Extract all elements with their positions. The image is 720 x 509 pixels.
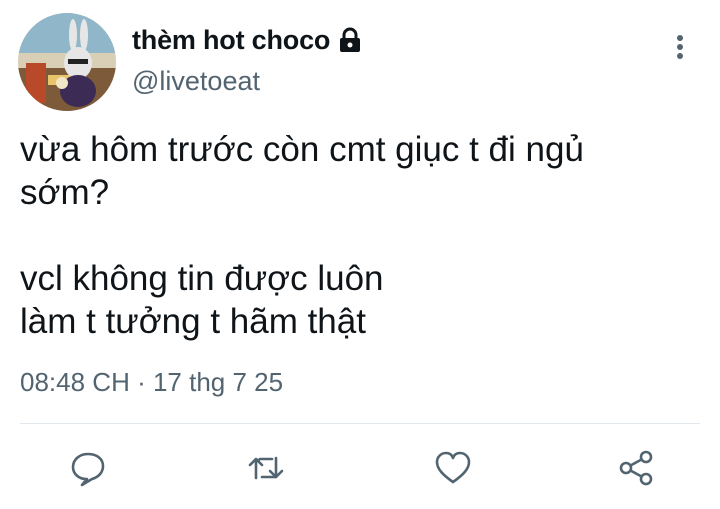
display-name[interactable]: thèm hot choco bbox=[132, 25, 330, 56]
share-button[interactable] bbox=[614, 446, 658, 490]
heart-icon bbox=[435, 451, 471, 484]
reply-icon bbox=[71, 452, 105, 487]
retweet-button[interactable] bbox=[244, 446, 288, 490]
tweet-text: vừa hôm trước còn cmt giục t đi ngủ sớm?… bbox=[20, 128, 700, 343]
tweet-text-line: vừa hôm trước còn cmt giục t đi ngủ bbox=[20, 130, 584, 169]
tweet-actions-bar bbox=[0, 446, 720, 494]
reply-button[interactable] bbox=[66, 446, 110, 490]
tweet-text-line: vcl không tin được luôn bbox=[20, 259, 384, 298]
tweet-text-line: làm t tưởng t hãm thật bbox=[20, 302, 366, 341]
share-icon bbox=[619, 450, 653, 486]
like-button[interactable] bbox=[431, 446, 475, 490]
cartoon-rabbit-avatar-icon bbox=[18, 13, 116, 111]
tweet-text-line: sớm? bbox=[20, 173, 110, 212]
author-name-row: thèm hot choco bbox=[132, 24, 362, 56]
avatar[interactable] bbox=[18, 13, 116, 111]
more-options-icon[interactable] bbox=[668, 32, 692, 62]
author-handle[interactable]: @livetoeat bbox=[132, 66, 260, 97]
retweet-icon bbox=[248, 456, 284, 480]
tweet-card: thèm hot choco @livetoeat vừa hôm trước … bbox=[0, 0, 720, 509]
tweet-timestamp[interactable]: 08:48 CH · 17 thg 7 25 bbox=[20, 367, 283, 398]
divider bbox=[20, 423, 700, 424]
lock-icon bbox=[338, 27, 362, 53]
